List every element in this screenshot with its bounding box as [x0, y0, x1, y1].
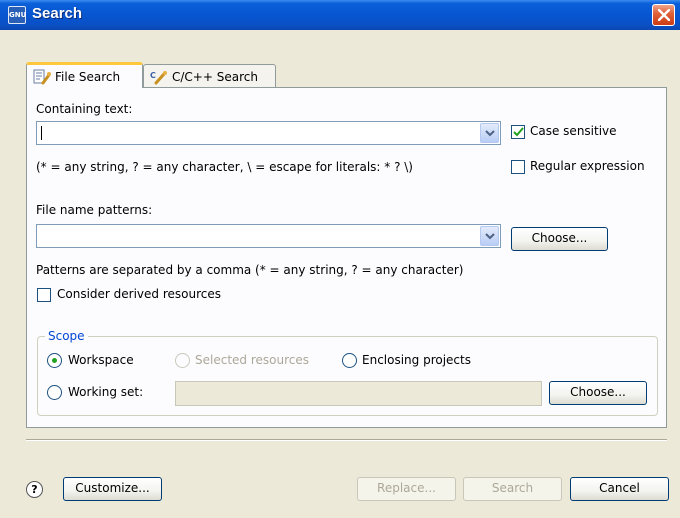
- file-patterns-combo[interactable]: [36, 224, 501, 248]
- choose-working-set-button[interactable]: Choose...: [549, 381, 647, 405]
- case-sensitive-label: Case sensitive: [530, 124, 617, 138]
- tab-label: File Search: [55, 70, 121, 84]
- svg-text:C: C: [150, 71, 156, 80]
- enclosing-projects-radio[interactable]: [342, 353, 357, 368]
- working-set-radio[interactable]: [47, 385, 62, 400]
- eclipse-search-icon: GNU: [8, 6, 26, 24]
- tab-cpp-search[interactable]: C C/C++ Search: [143, 64, 276, 88]
- scope-title: Scope: [45, 329, 88, 343]
- consider-derived-checkbox[interactable]: [37, 288, 51, 302]
- containing-text-dropdown-button[interactable]: [480, 123, 499, 143]
- chevron-down-icon: [485, 130, 495, 137]
- radio-selected-dot: [52, 358, 57, 363]
- chevron-down-icon: [485, 233, 495, 240]
- tab-label: C/C++ Search: [172, 70, 258, 84]
- text-cursor: [41, 126, 42, 140]
- selected-resources-label: Selected resources: [195, 353, 309, 367]
- file-patterns-hint: Patterns are separated by a comma (* = a…: [36, 263, 464, 277]
- file-search-icon: [33, 69, 51, 85]
- search-button[interactable]: Search: [463, 477, 562, 501]
- file-patterns-dropdown-button[interactable]: [480, 226, 499, 246]
- customize-button[interactable]: Customize...: [63, 477, 162, 501]
- enclosing-projects-label: Enclosing projects: [362, 353, 471, 367]
- working-set-field[interactable]: [175, 381, 542, 406]
- close-icon: [658, 9, 670, 21]
- containing-text-label: Containing text:: [36, 102, 133, 116]
- file-patterns-label: File name patterns:: [36, 203, 153, 217]
- cpp-search-icon: C: [150, 71, 167, 85]
- working-set-label: Working set:: [68, 385, 144, 399]
- containing-text-combo[interactable]: [36, 121, 501, 145]
- consider-derived-label: Consider derived resources: [57, 287, 221, 301]
- workspace-radio[interactable]: [47, 353, 62, 368]
- regular-expression-label: Regular expression: [530, 159, 645, 173]
- workspace-label: Workspace: [68, 353, 134, 367]
- choose-file-patterns-button[interactable]: Choose...: [511, 227, 608, 251]
- separator-highlight: [26, 440, 667, 441]
- replace-button[interactable]: Replace...: [357, 477, 456, 501]
- containing-text-hint: (* = any string, ? = any character, \ = …: [36, 160, 413, 174]
- close-button[interactable]: [652, 4, 675, 26]
- title-bar[interactable]: GNU Search: [0, 0, 680, 30]
- regular-expression-checkbox[interactable]: [511, 160, 525, 174]
- search-dialog: GNU Search File Search C C/C++ Search Co…: [0, 0, 680, 518]
- checkmark-icon: [513, 127, 524, 137]
- window-title: Search: [32, 5, 83, 22]
- selected-resources-radio[interactable]: [175, 353, 190, 368]
- cancel-button[interactable]: Cancel: [570, 477, 669, 501]
- help-icon[interactable]: ?: [26, 481, 43, 498]
- case-sensitive-checkbox[interactable]: [511, 125, 525, 139]
- tab-file-search[interactable]: File Search: [26, 62, 143, 88]
